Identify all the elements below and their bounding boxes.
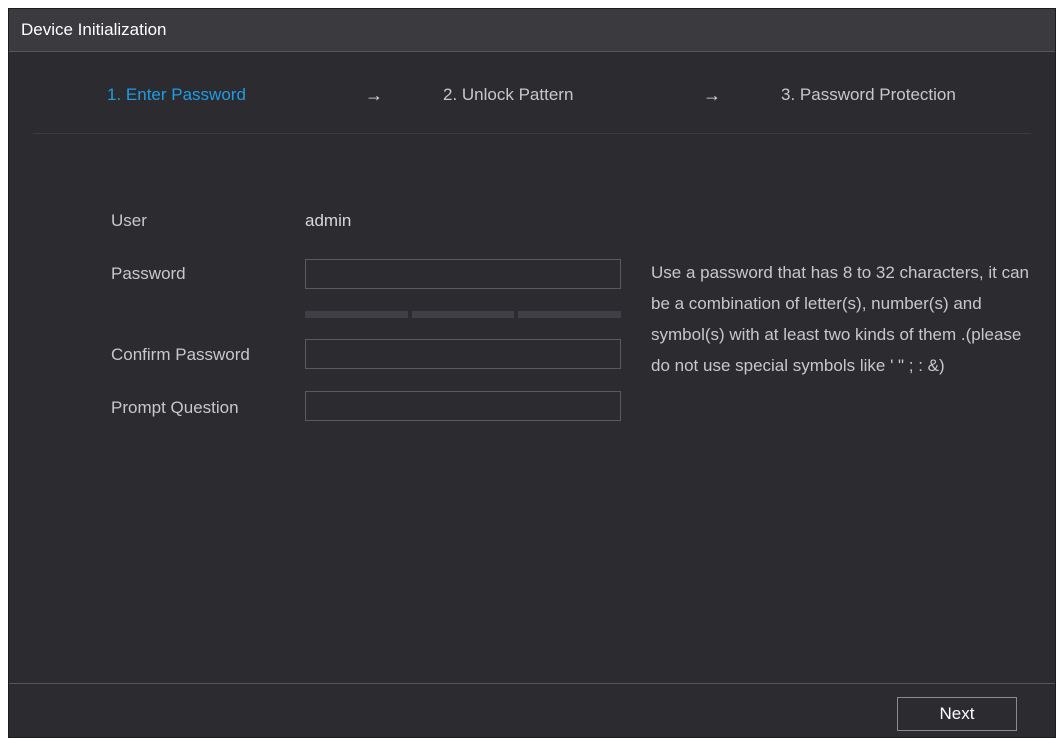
strength-segment-medium [411,311,515,318]
footer-divider [9,683,1055,684]
password-input[interactable] [305,259,621,289]
step-password-protection: 3. Password Protection [781,85,956,104]
step-unlock-pattern: 2. Unlock Pattern [443,85,574,104]
step-arrow-icon: → [703,85,721,105]
strength-segment-strong [518,311,622,318]
step-indicator: 1. Enter Password → 2. Unlock Pattern → … [9,85,1055,109]
strength-segment-weak [305,311,408,318]
steps-divider [33,133,1031,134]
confirm-password-label: Confirm Password [111,345,250,364]
password-hint: Use a password that has 8 to 32 characte… [651,263,1029,375]
prompt-question-label: Prompt Question [111,398,239,417]
device-initialization-window: Device Initialization 1. Enter Password … [8,8,1056,738]
password-strength-meter [305,311,622,318]
title-bar: Device Initialization [9,9,1055,52]
user-value: admin [305,211,352,230]
window-title: Device Initialization [21,20,167,39]
step-arrow-icon: → [365,85,383,105]
step-enter-password: 1. Enter Password [107,85,246,104]
confirm-password-input[interactable] [305,339,621,369]
prompt-question-input[interactable] [305,391,621,421]
next-button[interactable]: Next [897,697,1017,731]
user-label: User [111,211,147,230]
password-label: Password [111,264,186,283]
